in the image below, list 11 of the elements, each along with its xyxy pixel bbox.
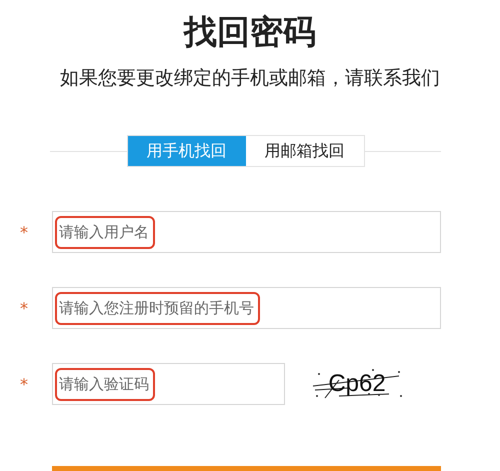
required-mark: * — [19, 222, 29, 242]
required-mark: * — [19, 298, 29, 318]
page-title: 找回密码 — [182, 11, 317, 52]
input-field[interactable]: 请输入用户名 — [52, 211, 441, 253]
subtitle: 如果您要更改绑定的手机或邮箱，请联系我们 — [60, 66, 440, 91]
input-field[interactable]: 请输入您注册时预留的手机号 — [52, 287, 441, 329]
highlight-box: 请输入您注册时预留的手机号 — [55, 292, 260, 324]
highlight-box: 请输入验证码 — [55, 368, 155, 400]
highlight-box: 请输入用户名 — [55, 216, 155, 248]
input-field[interactable]: 请输入验证码 — [52, 363, 285, 405]
required-mark: * — [19, 374, 29, 394]
